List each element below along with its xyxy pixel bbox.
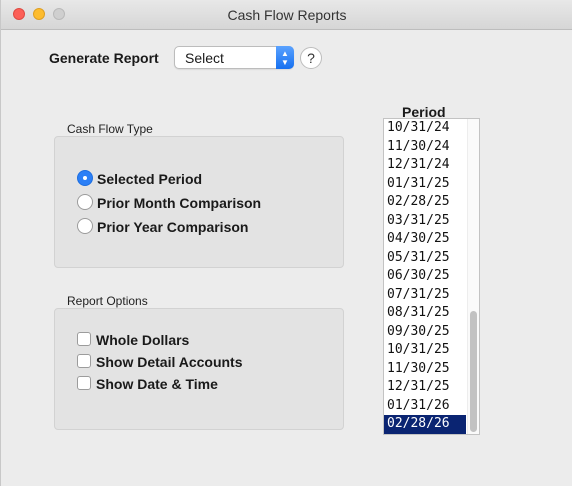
radio-prior-year-comparison[interactable] [77,218,93,234]
generate-report-label: Generate Report [49,50,159,66]
period-item[interactable]: 12/31/24 [384,156,466,175]
radio-prior-month-comparison-label[interactable]: Prior Month Comparison [97,195,261,211]
cash-flow-type-label: Cash Flow Type [67,122,153,136]
period-item[interactable]: 03/31/25 [384,212,466,231]
period-list-scrollbar[interactable] [467,119,479,434]
period-item[interactable]: 06/30/25 [384,267,466,286]
generate-report-select[interactable]: Select ▲ ▼ [174,46,294,69]
checkbox-whole-dollars-label[interactable]: Whole Dollars [96,332,189,348]
period-item[interactable]: 05/31/25 [384,249,466,268]
period-item[interactable]: 09/30/25 [384,323,466,342]
help-button[interactable]: ? [300,47,322,69]
period-item[interactable]: 12/31/25 [384,378,466,397]
cash-flow-reports-window: Cash Flow Reports Generate Report Select… [0,0,572,486]
radio-selected-period[interactable] [77,170,93,186]
radio-prior-month-comparison[interactable] [77,194,93,210]
period-item[interactable]: 01/31/26 [384,397,466,416]
period-item[interactable]: 01/31/25 [384,175,466,194]
question-mark-icon: ? [307,50,315,66]
period-item[interactable]: 04/30/25 [384,230,466,249]
checkbox-show-detail-accounts[interactable] [77,354,91,368]
period-item[interactable]: 02/28/25 [384,193,466,212]
generate-report-selected-value: Select [185,50,224,66]
period-item[interactable]: 11/30/24 [384,138,466,157]
window-title: Cash Flow Reports [227,7,347,23]
period-item[interactable]: 10/31/24 [384,119,466,138]
period-list-scroll-thumb[interactable] [470,310,477,432]
checkbox-show-detail-accounts-label[interactable]: Show Detail Accounts [96,354,243,370]
checkbox-show-date-time-label[interactable]: Show Date & Time [96,376,218,392]
period-item[interactable]: 07/31/25 [384,286,466,305]
radio-selected-period-label[interactable]: Selected Period [97,171,202,187]
period-item[interactable]: 10/31/25 [384,341,466,360]
chevron-up-down-icon: ▲ ▼ [276,46,294,69]
period-item[interactable]: 11/30/25 [384,360,466,379]
report-options-label: Report Options [67,294,148,308]
title-bar[interactable]: Cash Flow Reports [1,0,572,30]
period-item[interactable]: 02/28/26 [384,415,466,434]
period-list[interactable]: 10/31/24 11/30/24 12/31/24 01/31/25 02/28/25… [383,118,480,435]
period-item[interactable]: 08/31/25 [384,304,466,323]
radio-prior-year-comparison-label[interactable]: Prior Year Comparison [97,219,248,235]
checkbox-whole-dollars[interactable] [77,332,91,346]
checkbox-show-date-time[interactable] [77,376,91,390]
